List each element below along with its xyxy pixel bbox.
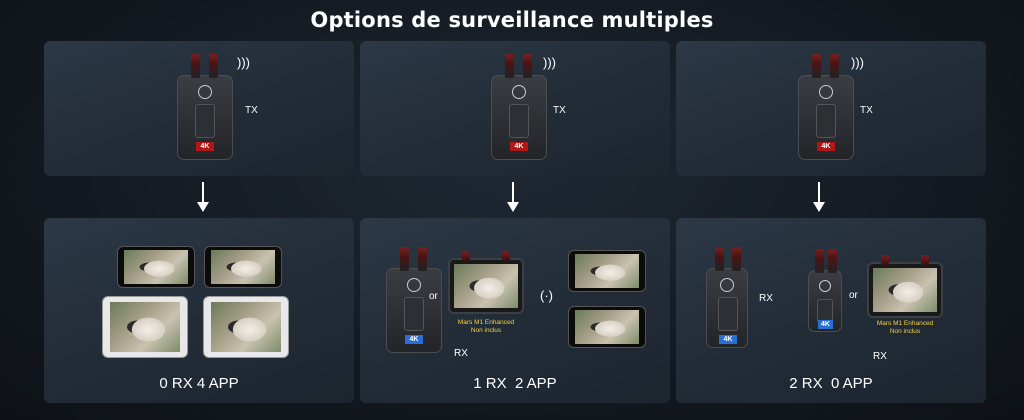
tx-panel-option-2: 4K ))) TX (360, 41, 670, 176)
video-preview (124, 250, 188, 284)
control-strip (195, 104, 215, 138)
receiver-device: 4K (706, 247, 748, 348)
tx-label: TX (860, 105, 873, 116)
monitor-note: Mars M1 Enhanced Non inclus (850, 320, 960, 336)
receiver-device: 4K (386, 247, 442, 353)
monitor-note-status: Non inclus (470, 327, 502, 334)
monitor-device (867, 255, 943, 318)
down-arrow-icon (197, 182, 209, 214)
antenna (830, 54, 839, 78)
receiver-device: 4K (808, 249, 842, 332)
down-arrow-icon (507, 182, 519, 214)
wireless-signal-icon: ))) (237, 55, 250, 70)
4k-badge: 4K (817, 142, 835, 151)
antenna (191, 54, 200, 78)
power-icon (819, 280, 831, 292)
video-preview (873, 268, 937, 312)
4k-badge: 4K (719, 335, 737, 344)
tx-panel-option-1: 4K ))) TX (44, 41, 354, 176)
rx-label: RX (759, 293, 773, 304)
option-caption: 2 RX 0 APP (789, 375, 873, 392)
rx-label: RX (454, 348, 468, 359)
or-label: or (429, 291, 438, 302)
power-icon (407, 278, 421, 292)
antenna (418, 247, 427, 271)
antenna (732, 247, 741, 271)
antenna (523, 54, 532, 78)
control-strip (718, 297, 738, 331)
smartphone-app (117, 246, 195, 288)
tx-panel-option-3: 4K ))) TX (676, 41, 986, 176)
antenna (812, 54, 821, 78)
monitor-antenna (921, 255, 929, 265)
wireless-signal-icon: (·) (540, 288, 553, 303)
monitor-note-status: Non inclus (889, 328, 921, 335)
smartphone-app (568, 250, 646, 292)
antenna (815, 249, 824, 273)
down-arrow-icon (813, 182, 825, 214)
smartphone-app (204, 246, 282, 288)
monitor-note-name: Mars M1 Enhanced (457, 319, 515, 326)
rx-label: RX (873, 351, 887, 362)
antenna (209, 54, 218, 78)
control-strip (509, 104, 529, 138)
video-preview (211, 302, 281, 352)
monitor-antenna (462, 251, 470, 261)
power-icon (198, 85, 212, 99)
video-preview (454, 264, 518, 308)
4k-badge: 4K (196, 142, 214, 151)
antenna (828, 249, 837, 273)
wireless-signal-icon: ))) (851, 55, 864, 70)
or-label: or (849, 290, 858, 301)
option-caption: 0 RX 4 APP (159, 375, 239, 392)
video-preview (575, 310, 639, 344)
option-caption: 1 RX 2 APP (473, 375, 557, 392)
transmitter-device: 4K (798, 54, 854, 160)
power-icon (512, 85, 526, 99)
control-strip (404, 297, 424, 331)
tablet-app (102, 296, 188, 358)
wireless-signal-icon: ))) (543, 55, 556, 70)
video-preview (211, 250, 275, 284)
video-preview (575, 254, 639, 288)
monitor-antenna (881, 255, 889, 265)
transmitter-device: 4K (491, 54, 547, 160)
transmitter-device: 4K (177, 54, 233, 160)
antenna (505, 54, 514, 78)
tablet-app (203, 296, 289, 358)
4k-badge: 4K (818, 320, 833, 329)
antenna (400, 247, 409, 271)
antenna (715, 247, 724, 271)
4k-badge: 4K (510, 142, 528, 151)
power-icon (819, 85, 833, 99)
power-icon (720, 278, 734, 292)
control-strip (816, 104, 836, 138)
monitor-antenna (502, 251, 510, 261)
monitor-note: Mars M1 Enhanced Non inclus (431, 319, 541, 335)
video-preview (110, 302, 180, 352)
monitor-device (448, 251, 524, 314)
smartphone-app (568, 306, 646, 348)
page-title: Options de surveillance multiples (310, 8, 714, 32)
monitor-note-name: Mars M1 Enhanced (876, 320, 934, 327)
tx-label: TX (245, 105, 258, 116)
tx-label: TX (553, 105, 566, 116)
4k-badge: 4K (405, 335, 423, 344)
